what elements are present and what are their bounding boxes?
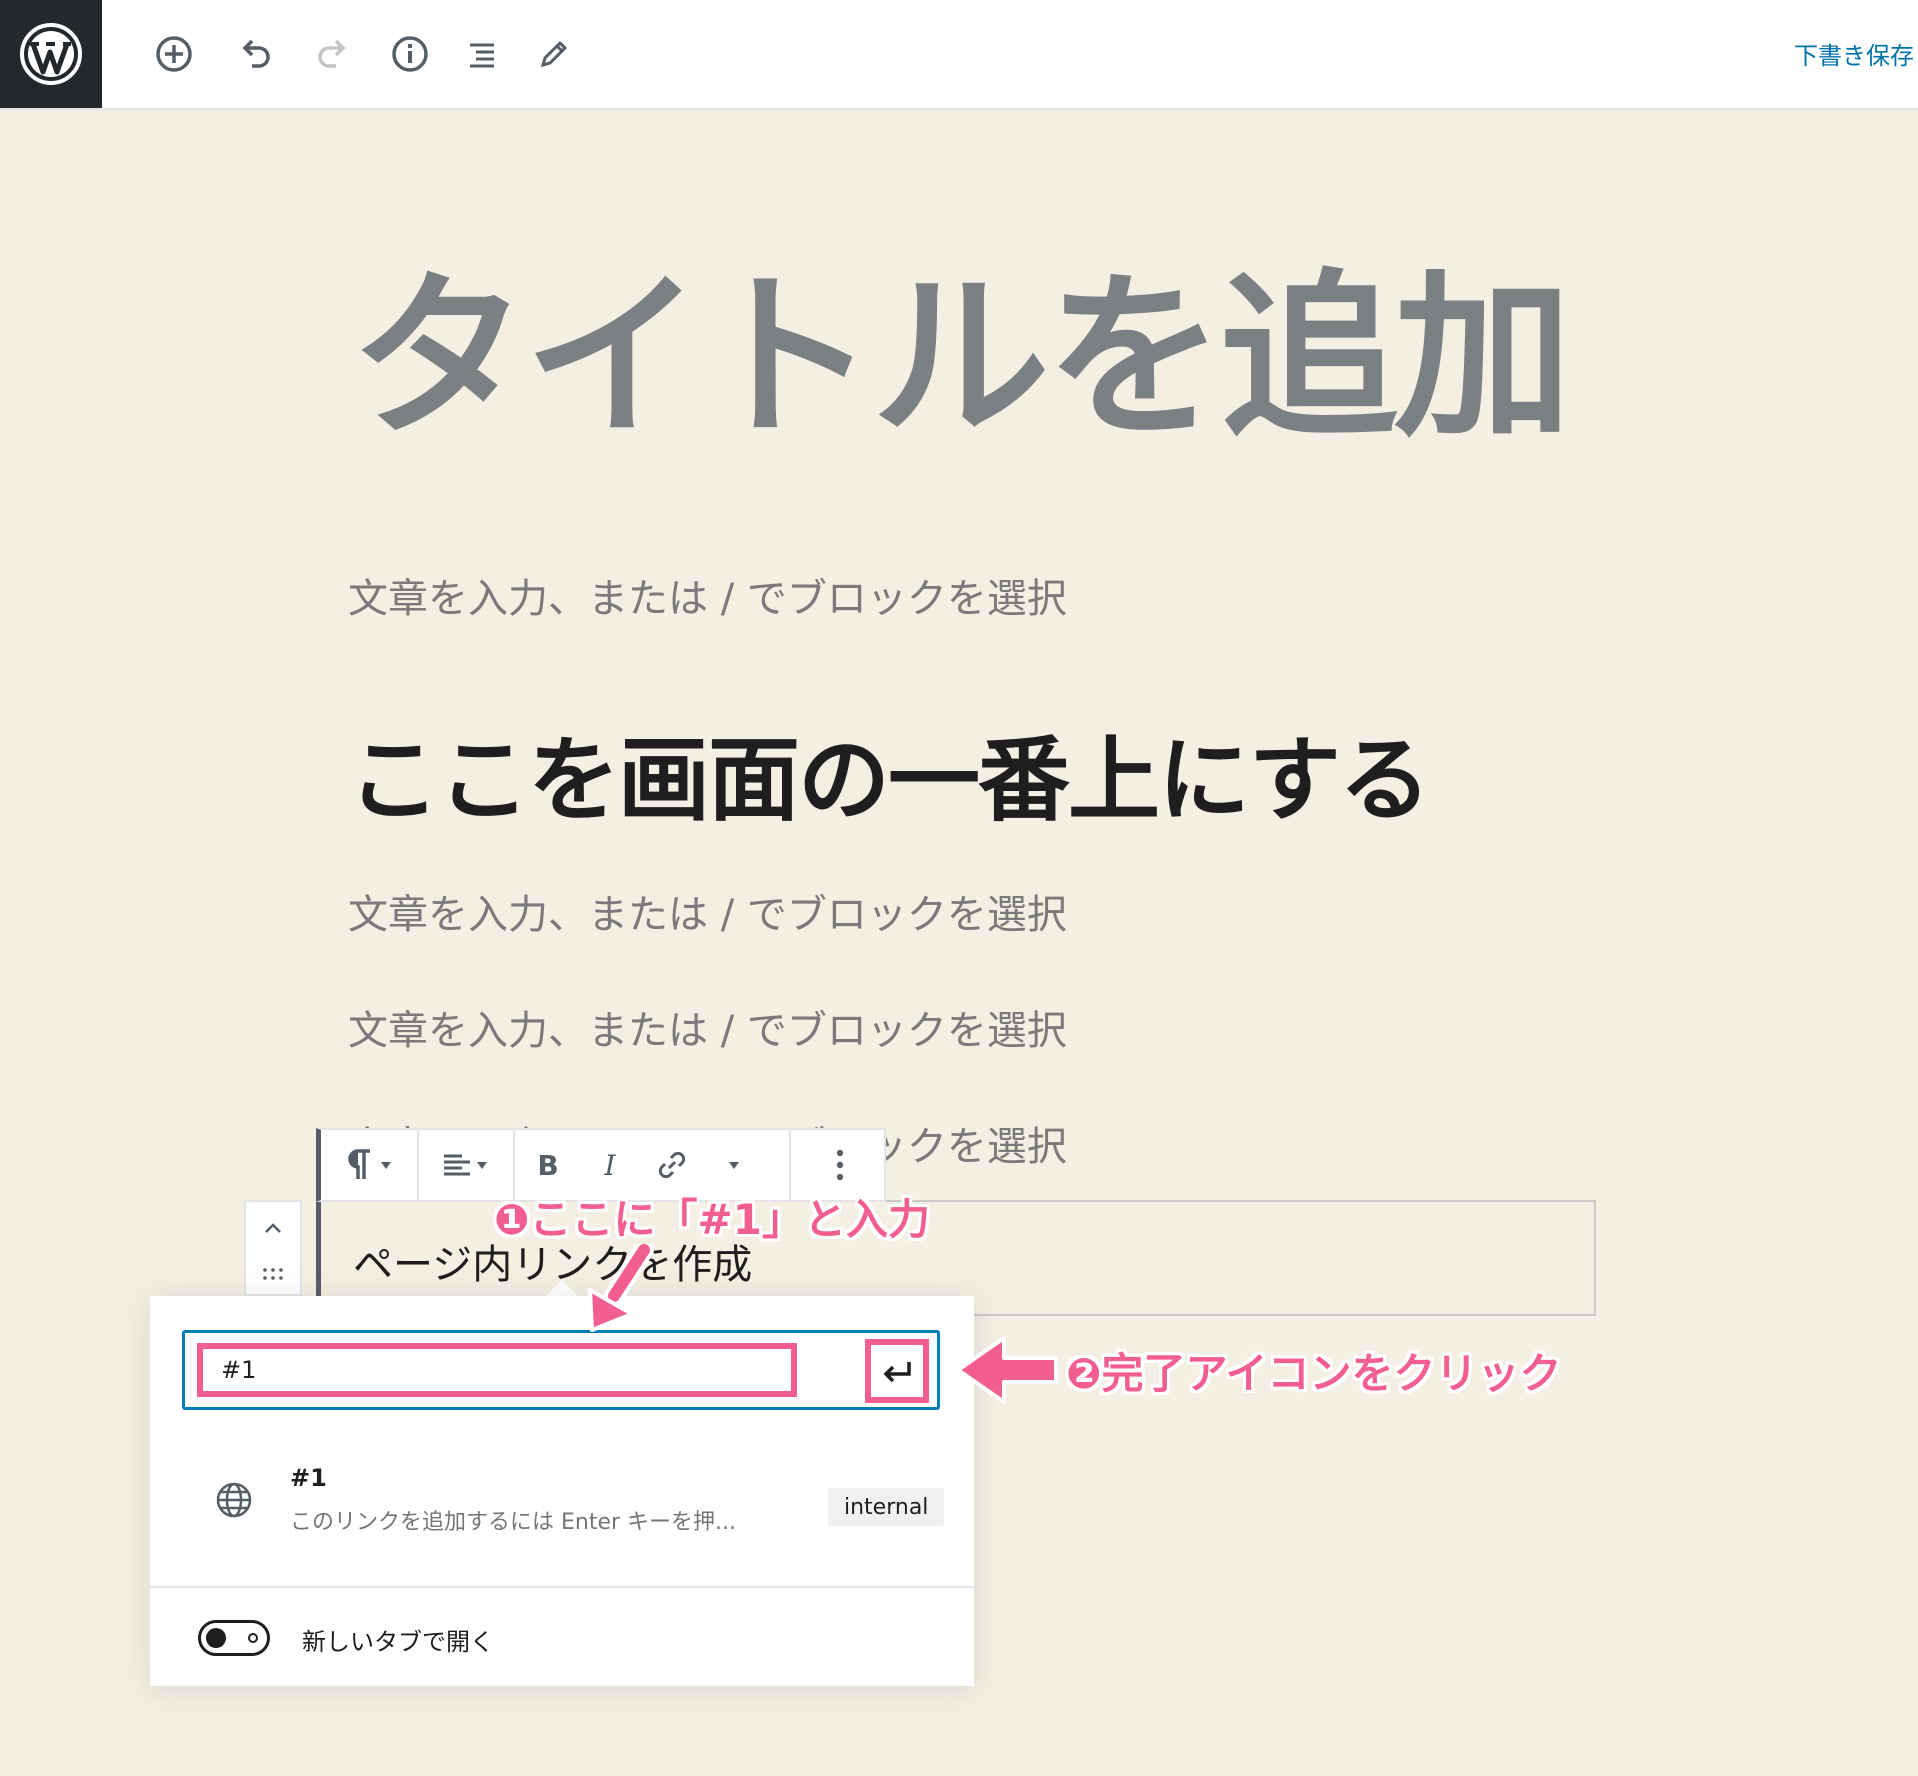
editor-top-toolbar: 下書き保存 [0,0,1918,110]
link-icon [658,1151,686,1179]
info-icon [392,36,428,72]
chevron-up-icon [265,1223,281,1233]
pilcrow-icon [348,1149,370,1179]
paragraph-placeholder[interactable]: 文章を入力、または / でブロックを選択 [348,566,1067,624]
popover-divider [150,1586,974,1588]
more-options-button[interactable] [805,1142,875,1188]
redo-button[interactable] [308,28,360,80]
dropdown-arrow-icon [477,1162,487,1169]
new-tab-toggle[interactable] [198,1620,270,1656]
undo-button[interactable] [228,28,280,80]
suggestion-description: このリンクを追加するには Enter キーを押... [290,1510,737,1535]
annotation-arrow-1 [588,1244,654,1332]
wordpress-logo-icon [20,23,82,85]
block-type-group [321,1130,419,1200]
heading-block[interactable]: ここを画面の一番上にする [348,706,1431,839]
toggle-knob [206,1628,226,1648]
drag-handle-icon [263,1268,283,1280]
dropdown-arrow-icon [381,1162,391,1169]
pencil-icon [540,40,568,68]
tools-button[interactable] [528,28,580,80]
block-mover [244,1200,302,1296]
post-title-placeholder[interactable]: タイトルを追加 [0,248,1918,468]
save-draft-button[interactable]: 下書き保存 [1794,36,1914,71]
italic-button[interactable]: I [587,1142,633,1188]
enter-icon [883,1362,911,1383]
bold-button[interactable]: B [525,1142,571,1188]
undo-icon [242,39,270,68]
url-input-wrapper [182,1330,940,1410]
drag-handle[interactable] [246,1256,300,1292]
link-button[interactable] [647,1142,697,1188]
submit-link-button[interactable] [865,1339,929,1403]
block-type-switcher[interactable] [329,1142,409,1188]
dropdown-arrow-icon [729,1162,739,1169]
suggestion-type-badge: internal [828,1488,945,1526]
globe-icon [216,1482,252,1518]
align-button[interactable] [425,1142,505,1188]
plus-circle-icon [156,36,192,72]
paragraph-placeholder[interactable]: 文章を入力、または / でブロックを選択 [348,882,1067,940]
wordpress-logo-button[interactable] [0,0,102,108]
suggestion-title: #1 [290,1464,327,1492]
link-popover: #1 このリンクを追加するには Enter キーを押... internal 新… [150,1296,974,1686]
move-up-button[interactable] [246,1210,300,1246]
more-vertical-icon [836,1149,844,1181]
more-formats-button[interactable] [711,1142,757,1188]
new-tab-label: 新しいタブで開く [302,1628,494,1656]
link-suggestion-item[interactable]: #1 このリンクを追加するには Enter キーを押... internal [182,1446,945,1546]
toggle-off-indicator [248,1633,258,1643]
list-icon [470,43,494,68]
redo-icon [318,39,346,68]
add-block-button[interactable] [148,28,200,80]
info-button[interactable] [384,28,436,80]
paragraph-placeholder[interactable]: 文章を入力、または / でブロックを選択 [348,998,1067,1056]
annotation-arrow-2 [956,1336,1058,1404]
annotation-step1: ❶ここに「#1」と入力 [494,1195,930,1244]
align-left-icon [444,1154,470,1176]
url-input[interactable] [197,1343,797,1397]
outline-button[interactable] [456,28,508,80]
annotation-step2: ❷完了アイコンをクリック [1066,1349,1562,1398]
